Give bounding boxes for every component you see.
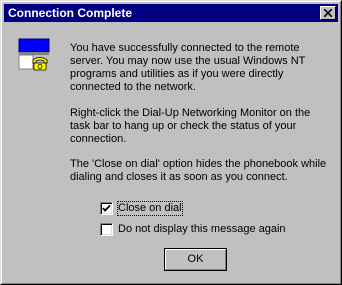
message-paragraph-connected: You have successfully connected to the r… (70, 42, 306, 93)
close-on-dial-checkbox[interactable] (100, 202, 113, 215)
ok-button-label: OK (187, 253, 204, 265)
connection-complete-dialog: Connection Complete You have successfull… (0, 0, 342, 285)
dialup-connection-icon (18, 38, 52, 72)
checkmark-icon (102, 204, 111, 212)
close-on-dial-label[interactable]: Close on dial (117, 201, 183, 216)
dialog-title: Connection Complete (8, 6, 133, 20)
ok-button[interactable]: OK (164, 248, 227, 271)
do-not-display-label[interactable]: Do not display this message again (118, 223, 286, 236)
message-paragraph-monitor: Right-click the Dial-Up Networking Monit… (70, 107, 311, 145)
message-paragraph-close-on-dial: The 'Close on dial' option hides the pho… (70, 158, 327, 183)
title-bar[interactable]: Connection Complete (4, 4, 338, 22)
close-icon (324, 9, 332, 17)
close-button[interactable] (320, 6, 336, 20)
do-not-display-checkbox[interactable] (100, 223, 113, 236)
